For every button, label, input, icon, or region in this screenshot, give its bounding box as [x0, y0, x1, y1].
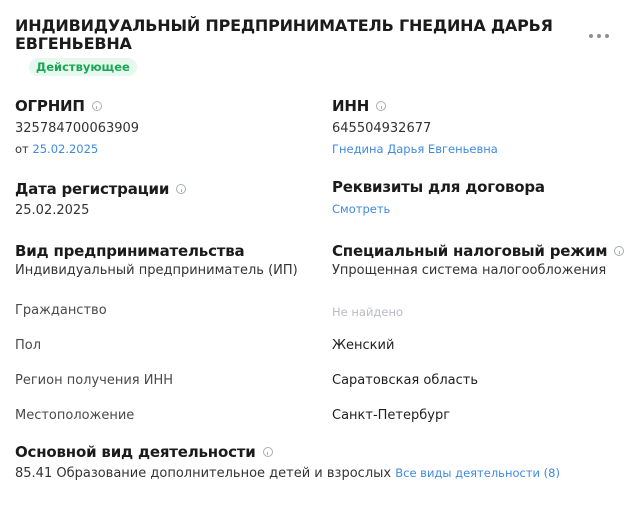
tax-regime-value: Упрощенная система налогообложения [332, 263, 607, 278]
info-icon[interactable] [91, 101, 102, 111]
business-type-value: Индивидуальный предприниматель (ИП) [15, 263, 298, 278]
activity-heading: Основной вид деятельности [15, 443, 273, 461]
activity-value: 85.41 Образование дополнительное детей и… [15, 466, 392, 481]
info-icon[interactable] [176, 184, 187, 194]
more-dots-icon [589, 34, 593, 38]
ogrnip-heading: ОГРНИП [15, 97, 102, 115]
ogrnip-date-prefix: от [15, 142, 29, 156]
inn-label: ИНН [332, 97, 370, 115]
all-activities-link[interactable]: Все виды деятельности (8) [395, 466, 560, 480]
company-title: ИНДИВИДУАЛЬНЫЙ ПРЕДПРИНИМАТЕЛЬ ГНЕДИНА Д… [15, 16, 553, 53]
ogrnip-label: ОГРНИП [15, 97, 85, 115]
registration-value: 25.02.2025 [15, 203, 90, 218]
ogrnip-value: 325784700063909 [15, 121, 140, 136]
registration-heading: Дата регистрации [15, 180, 187, 198]
info-icon[interactable] [262, 447, 273, 457]
more-options-button[interactable] [589, 28, 609, 44]
activity-label: Основной вид деятельности [15, 443, 256, 461]
business-type-heading: Вид предпринимательства [15, 242, 245, 260]
status-badge: Действующее [29, 58, 137, 76]
inn-owner-link[interactable]: Гнедина Дарья Евгеньевна [332, 142, 498, 156]
inn-region-value: Саратовская область [332, 373, 478, 388]
inn-value: 645504932677 [332, 121, 432, 136]
tax-regime-label: Специальный налоговый режим [332, 242, 608, 260]
activity-line: 85.41 Образование дополнительное детей и… [15, 465, 560, 482]
requisites-heading: Реквизиты для договора [332, 178, 545, 196]
inn-region-label: Регион получения ИНН [15, 373, 174, 388]
gender-label: Пол [15, 338, 42, 353]
citizenship-value: Не найдено [332, 305, 403, 319]
info-icon[interactable] [614, 246, 625, 256]
registration-label: Дата регистрации [15, 180, 170, 198]
inn-heading: ИНН [332, 97, 387, 115]
tax-regime-heading: Специальный налоговый режим [332, 242, 625, 260]
requisites-view-link[interactable]: Смотреть [332, 202, 390, 216]
gender-value: Женский [332, 338, 395, 353]
location-label: Местоположение [15, 408, 135, 423]
citizenship-label: Гражданство [15, 303, 107, 318]
ogrnip-date-line: от 25.02.2025 [15, 142, 98, 156]
location-value: Санкт-Петербург [332, 408, 451, 423]
info-icon[interactable] [376, 101, 387, 111]
ogrnip-date-link[interactable]: 25.02.2025 [32, 142, 98, 156]
